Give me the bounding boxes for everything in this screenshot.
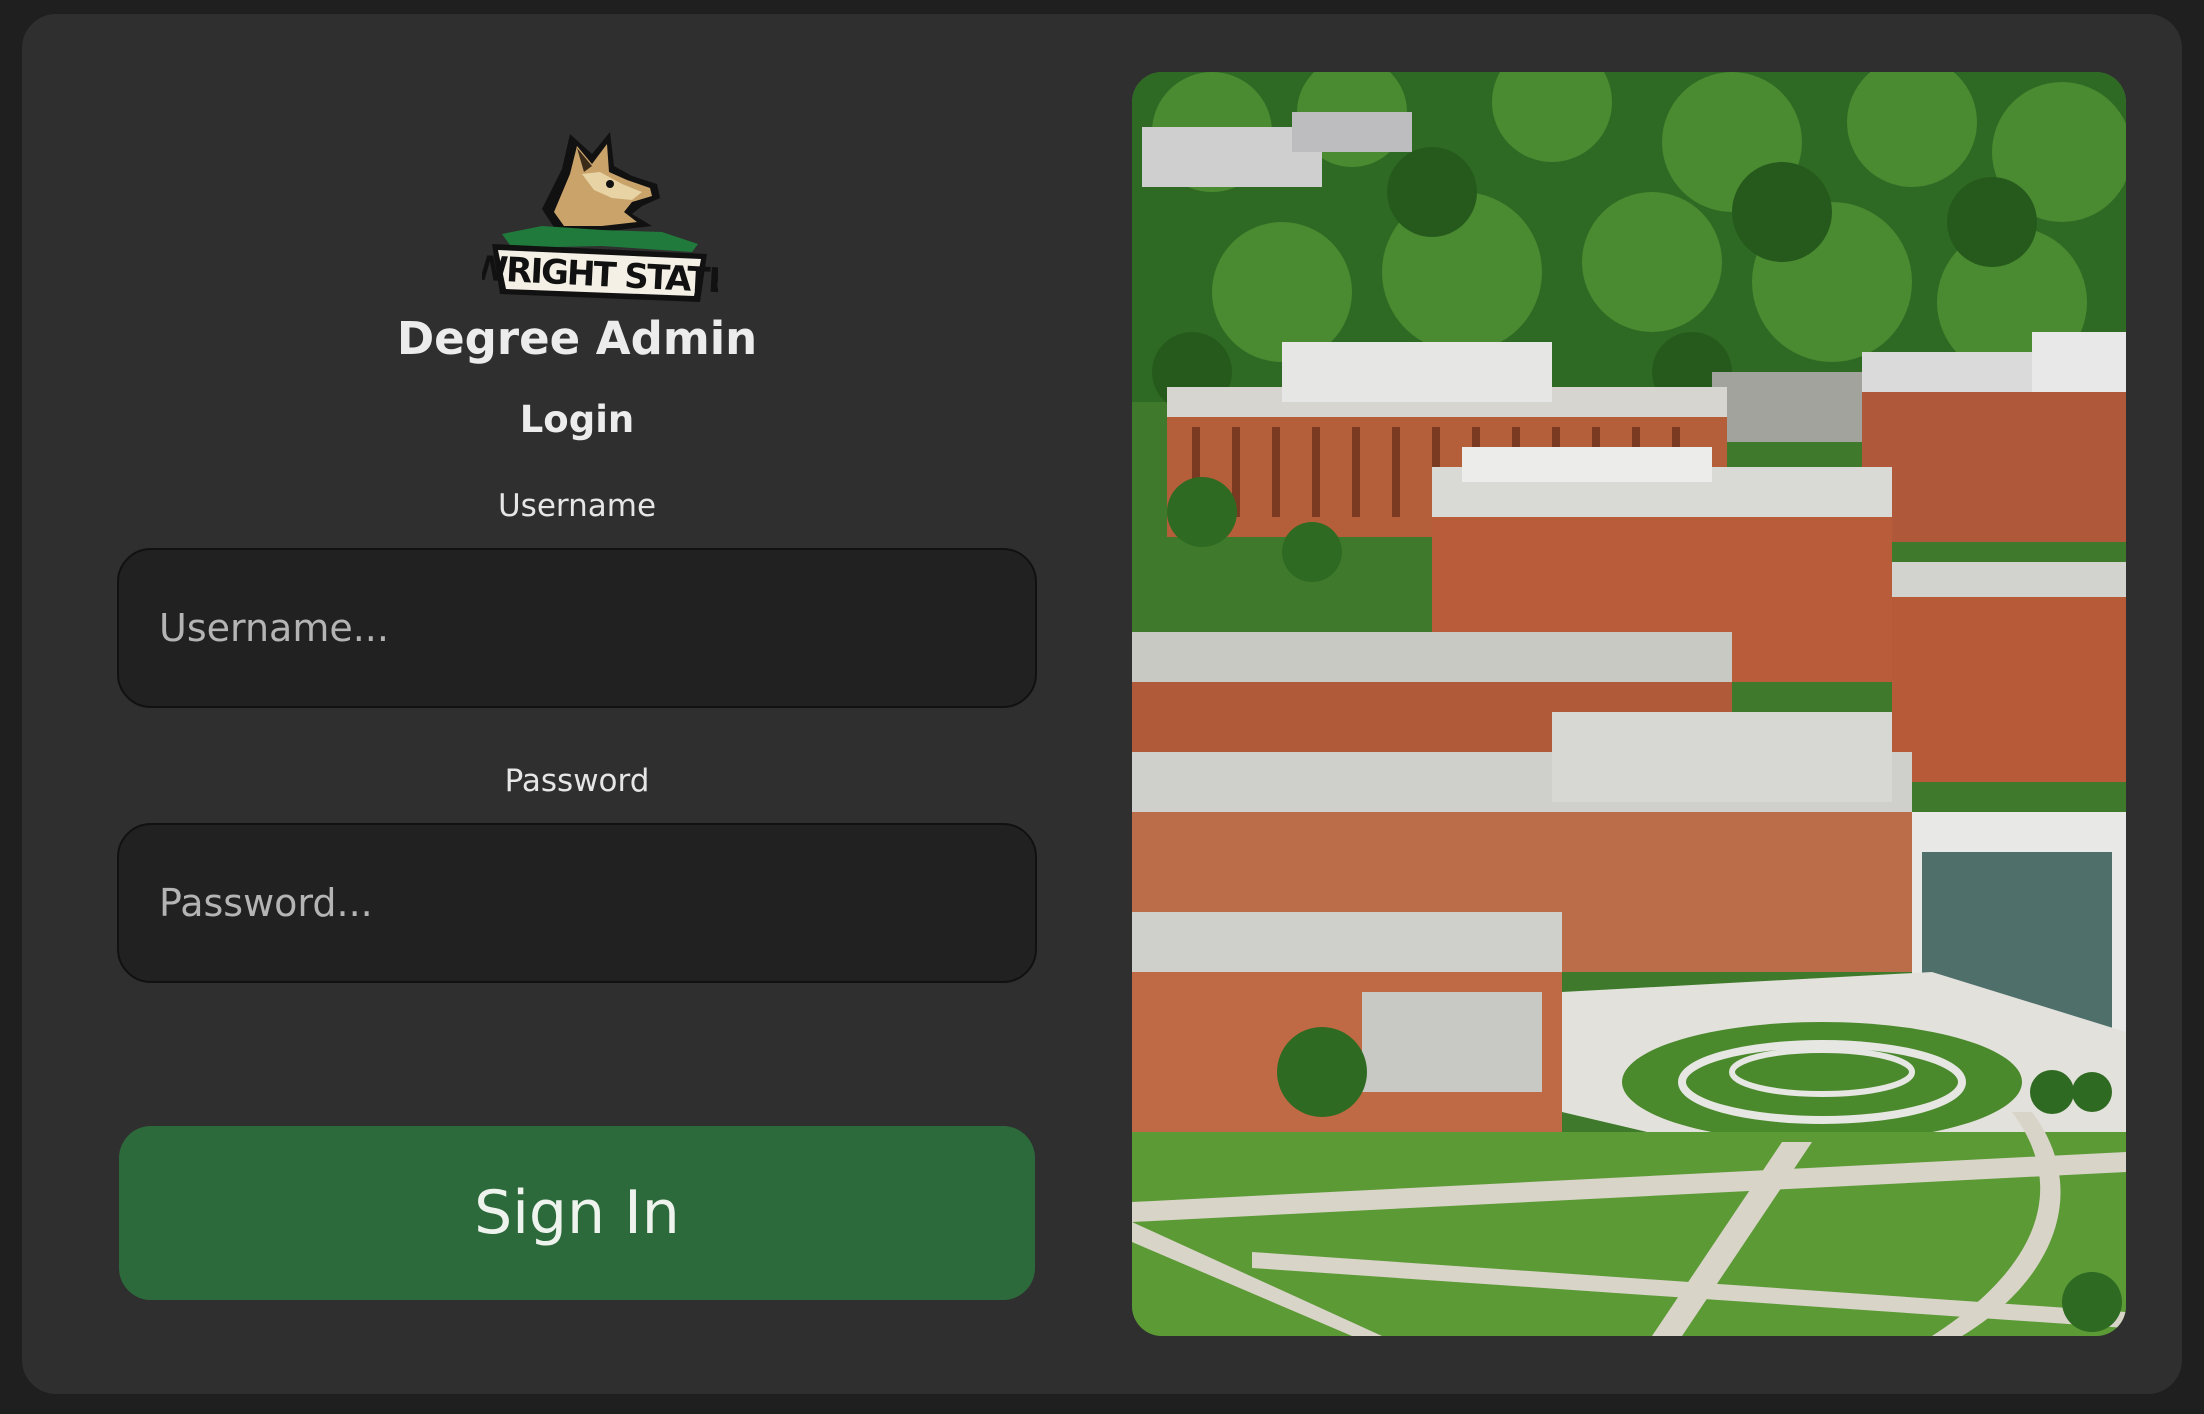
- password-label: Password: [504, 763, 650, 799]
- username-input[interactable]: [117, 548, 1037, 708]
- username-label: Username: [497, 488, 657, 524]
- wright-state-logo: WRIGHT STATE: [482, 114, 718, 310]
- sign-in-button[interactable]: Sign In: [119, 1126, 1035, 1300]
- login-heading: Login: [519, 398, 635, 441]
- password-input[interactable]: [117, 823, 1037, 983]
- login-card: WRIGHT STATE Degree Admin Login Username…: [22, 14, 2182, 1394]
- login-panel: WRIGHT STATE Degree Admin Login Username…: [22, 14, 1132, 1394]
- app-title: Degree Admin: [396, 312, 758, 365]
- campus-aerial-photo: [1132, 72, 2126, 1336]
